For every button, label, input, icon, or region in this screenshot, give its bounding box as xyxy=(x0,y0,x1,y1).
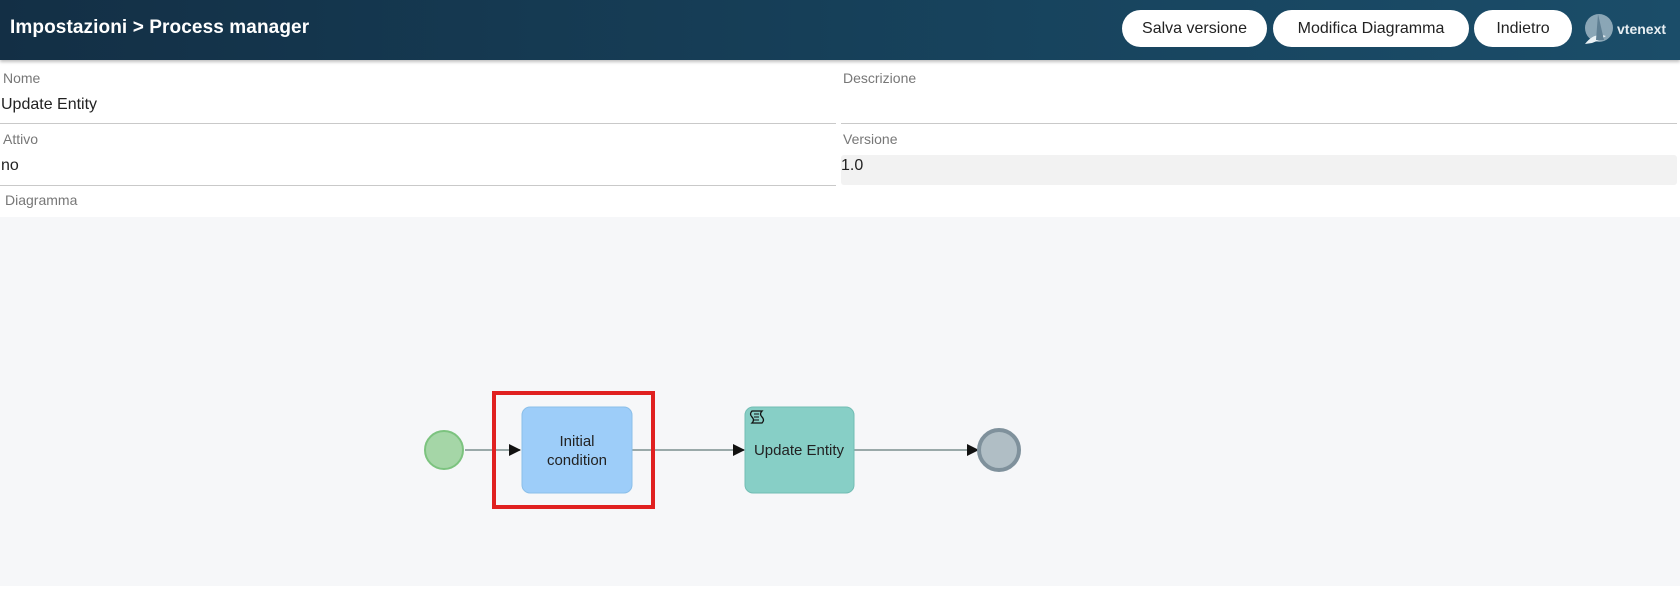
bpmn-diagram: Initial condition Update Entity xyxy=(424,391,1021,509)
update-entity-label: Update Entity xyxy=(754,442,845,459)
description-underline xyxy=(841,123,1677,124)
initial-condition-task[interactable] xyxy=(521,406,633,494)
description-label: Descrizione xyxy=(843,70,917,86)
name-underline xyxy=(0,123,836,124)
initial-condition-label-line2: condition xyxy=(547,452,607,469)
back-button[interactable]: Indietro xyxy=(1474,10,1572,47)
vtenext-logo[interactable]: vtenext xyxy=(1582,10,1674,50)
top-bar: Impostazioni > Process manager Salva ver… xyxy=(0,0,1680,60)
name-field[interactable]: Update Entity xyxy=(1,96,97,114)
active-underline xyxy=(0,185,836,186)
version-field: 1.0 xyxy=(841,157,864,174)
initial-condition-label-line1: Initial xyxy=(559,433,594,450)
active-field[interactable]: no xyxy=(1,157,19,175)
diagram-label: Diagramma xyxy=(5,192,78,208)
start-event[interactable] xyxy=(424,430,464,470)
diagram-canvas[interactable]: Initial condition Update Entity xyxy=(0,217,1680,586)
name-label: Nome xyxy=(3,70,41,86)
save-version-button[interactable]: Salva versione xyxy=(1122,10,1267,47)
version-label: Versione xyxy=(843,131,898,147)
logo-text: vtenext xyxy=(1617,21,1667,37)
version-field-box xyxy=(841,155,1677,185)
logo-icon xyxy=(1585,14,1613,44)
edit-diagram-button[interactable]: Modifica Diagramma xyxy=(1273,10,1469,47)
end-event[interactable] xyxy=(977,428,1021,472)
active-label: Attivo xyxy=(3,131,39,147)
page-title: Impostazioni > Process manager xyxy=(10,17,310,38)
